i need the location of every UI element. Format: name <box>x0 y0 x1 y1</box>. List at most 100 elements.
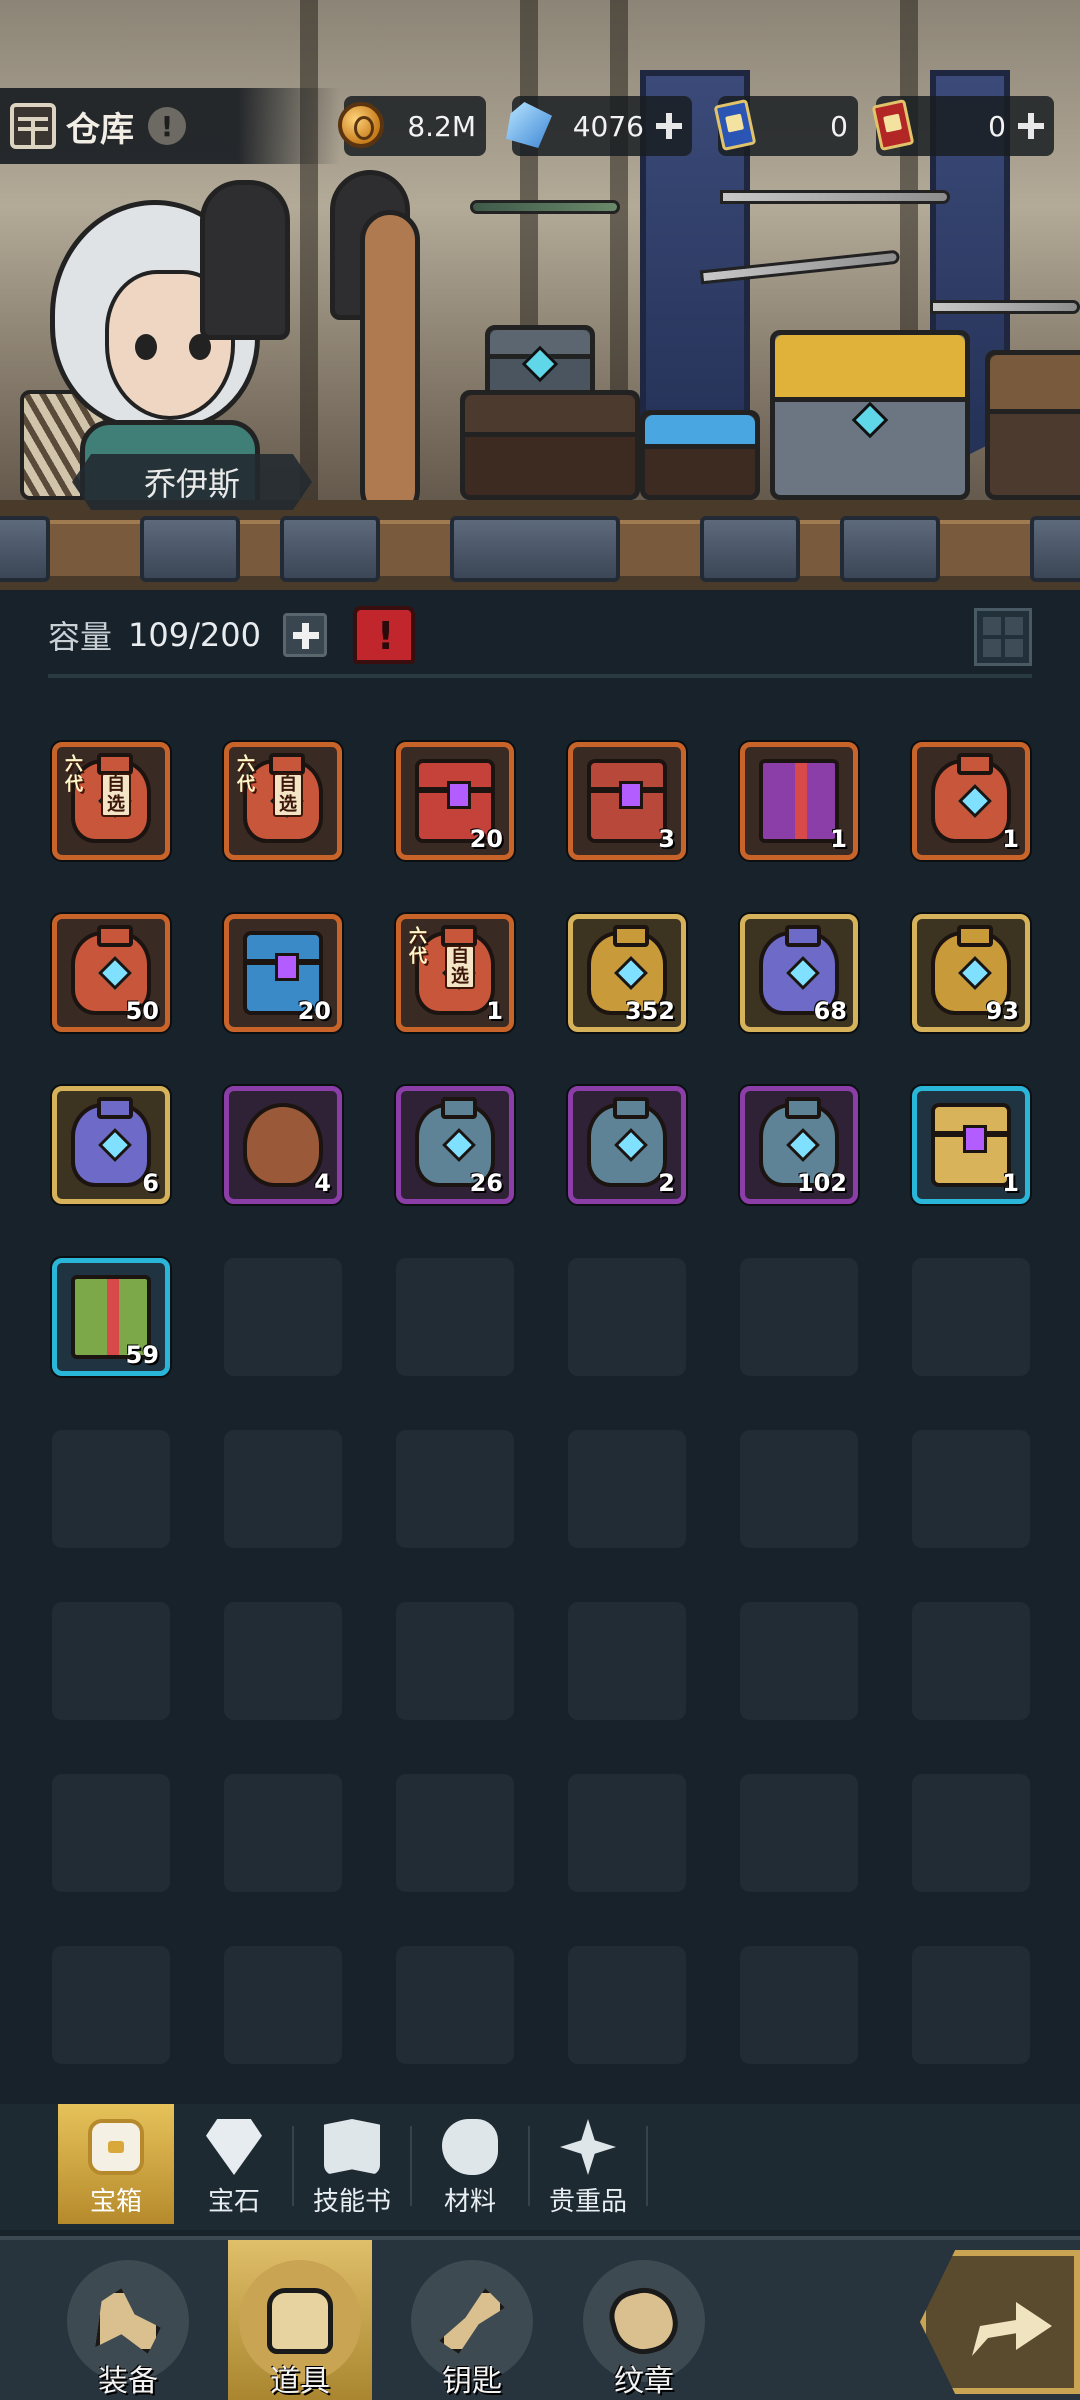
inventory-item-steel-vase[interactable]: 26 <box>396 1086 514 1204</box>
nav-label: 纹章 <box>614 2364 674 2399</box>
item-count: 102 <box>796 1169 847 1197</box>
empty-slot <box>568 1946 686 2064</box>
items-icon <box>267 2288 333 2354</box>
sword-decoration <box>930 300 1080 314</box>
inventory-item-gold-vase[interactable]: 93 <box>912 914 1030 1032</box>
category-tab-bar: 宝箱 宝石 技能书 材料 贵重品 <box>0 2104 1080 2230</box>
crystal-icon <box>506 102 552 148</box>
shelf-stone <box>0 516 50 582</box>
item-count: 20 <box>469 825 503 853</box>
add-crystal-button[interactable] <box>652 109 686 143</box>
blue-ticket-icon <box>713 98 757 152</box>
inventory-item-six-gen-select-vase[interactable]: 六代 自选 <box>52 742 170 860</box>
item-count: 50 <box>125 997 159 1025</box>
staff-decoration <box>360 210 420 520</box>
inventory-item-loot-bag[interactable]: 4 <box>224 1086 342 1204</box>
warehouse-icon <box>10 103 56 149</box>
tab-label: 宝石 <box>207 2187 260 2217</box>
tab-skill-book[interactable]: 技能书 <box>294 2104 410 2224</box>
shelf-stone <box>700 516 800 582</box>
generation-label: 六代 <box>65 754 83 795</box>
inventory-item-six-gen-select-vase[interactable]: 六代 自选 1 <box>396 914 514 1032</box>
top-bar: 仓库 ! 8.2M 4076 0 0 <box>0 88 1080 164</box>
empty-slot <box>224 1258 342 1376</box>
badge-icon <box>603 2280 685 2362</box>
character-name: 乔伊斯 <box>143 465 240 503</box>
loot-bag-icon <box>243 1103 323 1187</box>
tab-valuable[interactable]: 贵重品 <box>530 2104 646 2224</box>
inventory-item-six-gen-select-vase[interactable]: 六代 自选 <box>224 742 342 860</box>
empty-slot <box>224 1602 342 1720</box>
add-gold-ticket-button[interactable] <box>1014 109 1048 143</box>
empty-slot <box>568 1258 686 1376</box>
inventory-item-red-vase[interactable]: 50 <box>52 914 170 1032</box>
item-count: 26 <box>469 1169 503 1197</box>
capacity-row: 容量 109/200 <box>48 600 1032 670</box>
item-count: 1 <box>1002 1169 1019 1197</box>
resource-gold: 8.2M <box>338 96 486 156</box>
grid-view-toggle[interactable] <box>974 608 1032 666</box>
inventory-item-gold-vase[interactable]: 352 <box>568 914 686 1032</box>
equipment-icon <box>95 2288 161 2354</box>
item-count: 1 <box>1002 825 1019 853</box>
nav-label: 道具 <box>270 2364 330 2399</box>
empty-slot <box>224 1946 342 2064</box>
select-label: 自选 <box>101 773 131 817</box>
gem-icon <box>206 2119 262 2175</box>
nav-keys[interactable]: 钥匙 <box>400 2240 544 2400</box>
paw-chest-icon <box>931 1103 1011 1187</box>
inventory-item-red-vase[interactable]: 1 <box>912 742 1030 860</box>
bottom-nav: 装备 道具 钥匙 纹章 <box>0 2236 1080 2400</box>
divider <box>48 674 1032 678</box>
inventory-item-purple-gift-box[interactable]: 1 <box>740 742 858 860</box>
red-box-icon <box>587 759 667 843</box>
resource-crystal: 4076 <box>506 96 692 156</box>
inventory-item-red-chest[interactable]: 20 <box>396 742 514 860</box>
item-count: 59 <box>125 1341 159 1369</box>
purple-gift-box-icon <box>759 759 839 843</box>
tab-label: 技能书 <box>312 2187 391 2217</box>
tab-label: 材料 <box>443 2187 496 2217</box>
empty-slot <box>52 1602 170 1720</box>
inventory-item-steel-vase[interactable]: 2 <box>568 1086 686 1204</box>
go-arrow-button[interactable] <box>920 2250 1080 2394</box>
item-count: 4 <box>314 1169 331 1197</box>
character-name-tag[interactable]: 乔伊斯 <box>72 454 312 510</box>
expand-capacity-button[interactable] <box>282 613 327 657</box>
book-icon <box>324 2119 380 2175</box>
nav-items[interactable]: 道具 <box>228 2240 372 2400</box>
gold-ticket-icon <box>871 98 915 152</box>
inventory-item-purple-vase[interactable]: 68 <box>740 914 858 1032</box>
inventory-item-steel-vase[interactable]: 102 <box>740 1086 858 1204</box>
nav-label: 钥匙 <box>442 2364 502 2399</box>
capacity-value: 109/200 <box>128 616 261 654</box>
inventory-item-purple-vase[interactable]: 6 <box>52 1086 170 1204</box>
item-count: 1 <box>830 825 847 853</box>
empty-slot <box>396 1602 514 1720</box>
nav-badges[interactable]: 纹章 <box>572 2240 716 2400</box>
inventory-item-paw-chest[interactable]: 1 <box>912 1086 1030 1204</box>
item-count: 20 <box>297 997 331 1025</box>
nav-equipment[interactable]: 装备 <box>56 2240 200 2400</box>
item-count: 352 <box>624 997 675 1025</box>
generation-label: 六代 <box>237 754 255 795</box>
tab-chest[interactable]: 宝箱 <box>58 2104 174 2224</box>
empty-slot <box>740 1946 858 2064</box>
page-title: 仓库 <box>66 109 134 150</box>
empty-slot <box>224 1774 342 1892</box>
nav-label: 装备 <box>98 2364 158 2399</box>
side-chest <box>985 350 1080 500</box>
empty-slot <box>912 1602 1030 1720</box>
item-count: 2 <box>658 1169 675 1197</box>
title-area: 仓库 ! <box>0 88 340 164</box>
chest-icon <box>88 2119 144 2175</box>
decompose-alert-icon[interactable] <box>352 606 415 664</box>
inventory-item-green-gift-box[interactable]: 59 <box>52 1258 170 1376</box>
shelf-stone <box>280 516 380 582</box>
tab-gem[interactable]: 宝石 <box>176 2104 292 2224</box>
tab-material[interactable]: 材料 <box>412 2104 528 2224</box>
inventory-item-red-box[interactable]: 3 <box>568 742 686 860</box>
gem-crate <box>640 410 760 500</box>
info-icon[interactable]: ! <box>148 107 186 145</box>
inventory-item-blue-gold-chest[interactable]: 20 <box>224 914 342 1032</box>
